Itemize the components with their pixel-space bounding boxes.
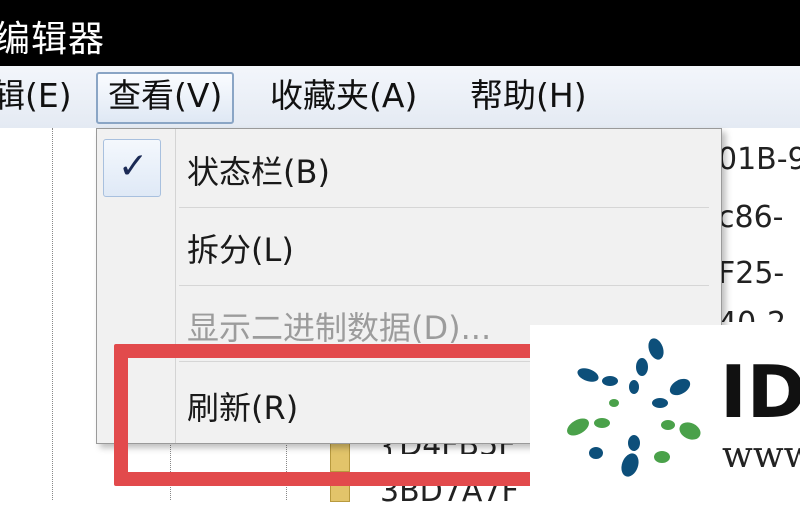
- menu-item-split[interactable]: 拆分(L): [97, 211, 721, 281]
- pinwheel-icon: [567, 338, 701, 477]
- menu-separator: [179, 207, 709, 208]
- menu-edit[interactable]: 辑(E): [0, 72, 72, 120]
- menu-help[interactable]: 帮助(H): [470, 72, 587, 120]
- menu-view[interactable]: 查看(V): [96, 72, 235, 124]
- highlight-frame: [114, 344, 582, 486]
- menu-favorites[interactable]: 收藏夹(A): [270, 72, 417, 120]
- window-title: 编辑器: [0, 19, 106, 60]
- menu-item-label: 状态栏(B): [187, 153, 330, 191]
- menu-separator: [179, 285, 709, 286]
- menu-item-label: 拆分(L): [187, 231, 294, 269]
- watermark-text: ID: [720, 350, 800, 434]
- title-bar: 编辑器: [0, 0, 800, 66]
- menu-item-label: 显示二进制数据(D)...: [187, 309, 492, 347]
- key-fragment: F25-: [718, 256, 785, 291]
- menu-item-status-bar[interactable]: ✓ 状态栏(B): [97, 133, 721, 203]
- menu-bar: 辑(E) 查看(V) 收藏夹(A) 帮助(H): [0, 66, 800, 129]
- watermark-url: www: [722, 435, 800, 476]
- check-indicator: ✓: [103, 139, 161, 197]
- key-fragment: c86-: [718, 200, 784, 235]
- key-fragment: 01B-9: [718, 142, 800, 177]
- key-fragment: 40-2: [718, 306, 786, 322]
- tree-line: [52, 128, 53, 500]
- watermark-logo: ID www: [530, 325, 800, 500]
- checkmark-icon: ✓: [118, 146, 149, 187]
